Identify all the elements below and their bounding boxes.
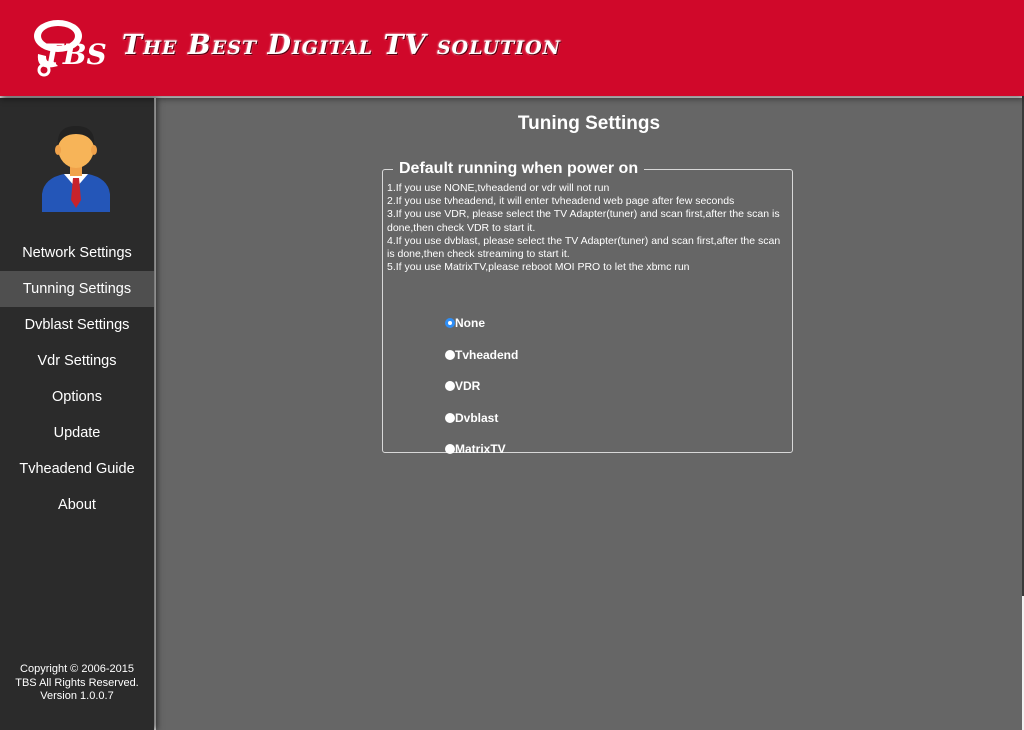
sidebar-item-tunning-settings[interactable]: Tunning Settings <box>0 271 154 307</box>
instruction-line: 1.If you use NONE,tvheadend or vdr will … <box>387 182 610 194</box>
tbs-logo-icon: TBS <box>34 20 107 77</box>
option-label: None <box>455 316 485 330</box>
logo-text: TBS <box>42 38 107 71</box>
option-label: MatrixTV <box>455 442 506 456</box>
sidebar-nav: Network Settings Tunning Settings Dvblas… <box>0 235 154 523</box>
instruction-line: 4.If you use dvblast, please select the … <box>387 234 781 261</box>
sidebar-item-tvheadend-guide[interactable]: Tvheadend Guide <box>0 451 154 487</box>
panel-legend: Default running when power on <box>399 160 639 177</box>
option-label: Tvheadend <box>455 347 519 362</box>
option-vdr[interactable]: VDR <box>445 379 518 411</box>
radio-tvheadend[interactable] <box>445 349 455 360</box>
instruction-line: 5.If you use MatrixTV,please reboot MOI … <box>387 261 690 274</box>
sidebar-footer: Copyright © 2006-2015 TBS All Rights Res… <box>0 663 154 704</box>
instruction-line: 2.If you use tvheadend, it will enter tv… <box>387 195 735 208</box>
instructions: 1.If you use NONE,tvheadend or vdr will … <box>387 182 788 274</box>
sidebar-item-update[interactable]: Update <box>0 415 154 451</box>
radio-matrixtv[interactable] <box>445 444 455 454</box>
radio-dvblast[interactable] <box>445 412 455 423</box>
user-avatar-icon <box>42 126 110 212</box>
sidebar: Network Settings Tunning Settings Dvblas… <box>0 98 154 730</box>
copyright-text: Copyright © 2006-2015 <box>20 663 134 675</box>
option-tvheadend[interactable]: Tvheadend <box>445 348 518 380</box>
default-running-panel: Default running when power on 1.If you u… <box>382 160 793 456</box>
version-text: Version 1.0.0.7 <box>40 690 114 702</box>
instruction-line: 3.If you use VDR, please select the TV A… <box>387 208 780 234</box>
startup-options: None Tvheadend VDR Dvblast MatrixTV <box>445 316 518 474</box>
sidebar-item-dvblast-settings[interactable]: Dvblast Settings <box>0 307 154 343</box>
option-label: Dvblast <box>455 410 499 425</box>
option-label: VDR <box>455 379 481 393</box>
sidebar-item-vdr-settings[interactable]: Vdr Settings <box>0 343 154 379</box>
page-title: Tuning Settings <box>517 113 661 134</box>
radio-none[interactable] <box>445 318 455 328</box>
option-none[interactable]: None <box>445 316 518 348</box>
radio-vdr[interactable] <box>445 381 455 391</box>
brand-title: The Best Digital TV solution <box>122 30 562 61</box>
option-dvblast[interactable]: Dvblast <box>445 411 518 443</box>
header-banner: TBS The Best Digital TV solution <box>0 0 1024 96</box>
sidebar-item-about[interactable]: About <box>0 487 154 523</box>
sidebar-item-options[interactable]: Options <box>0 379 154 415</box>
option-matrixtv[interactable]: MatrixTV <box>445 442 518 474</box>
rights-text: TBS All Rights Reserved. <box>15 676 139 689</box>
sidebar-item-network-settings[interactable]: Network Settings <box>0 235 154 271</box>
main-content: Tuning Settings Default running when pow… <box>156 98 1022 730</box>
